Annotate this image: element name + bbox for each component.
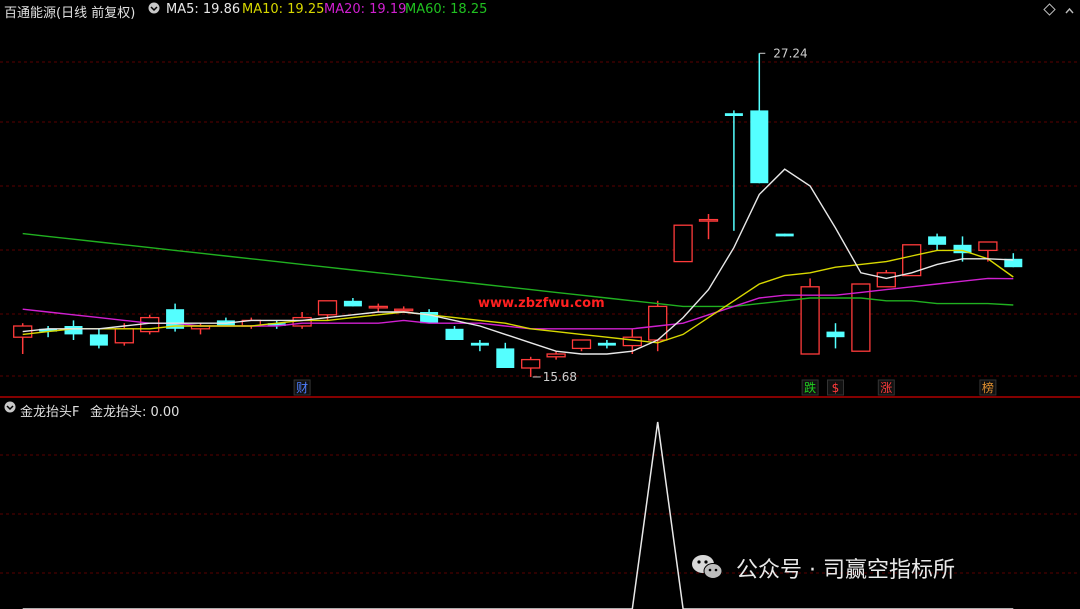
- candle-body: [571, 339, 592, 350]
- event-marker: 榜: [982, 380, 994, 395]
- candle-body: [496, 348, 515, 368]
- candle-body: [622, 336, 642, 347]
- candle-body: [673, 224, 693, 263]
- chevron-down-icon: [148, 2, 160, 14]
- candle-body: [826, 331, 845, 338]
- event-marker: 涨: [880, 380, 892, 395]
- low-price-label: 15.68: [543, 370, 577, 384]
- candle-body: [368, 305, 388, 309]
- ma20-label: MA20: 19.19: [324, 2, 407, 17]
- chevron-down-icon: [4, 401, 16, 413]
- candle-body: [114, 328, 134, 344]
- collapse-icon[interactable]: [1063, 3, 1076, 20]
- chart-annotations: 27.24 15.68 财 跌 $ 涨 榜: [293, 46, 997, 396]
- indicator-name: 金龙抬头F: [20, 405, 80, 420]
- candle-body: [800, 286, 820, 355]
- candles: [13, 53, 1023, 377]
- candle-body: [64, 326, 83, 335]
- ma5-label: MA5: 19.86: [166, 2, 241, 17]
- settings-toggle[interactable]: [148, 2, 160, 18]
- event-marker: $: [832, 381, 840, 395]
- candle-body: [292, 316, 312, 327]
- candle-body: [724, 113, 743, 116]
- candle-body: [470, 342, 489, 346]
- candle-body: [978, 241, 998, 252]
- candle-body: [750, 110, 769, 184]
- candle-body: [445, 328, 464, 340]
- wechat-icon: [690, 552, 724, 586]
- site-watermark: www.zbzfwu.com: [478, 296, 605, 311]
- candle-body: [89, 334, 108, 346]
- event-marker: 跌: [804, 380, 816, 395]
- candle-body: [876, 272, 896, 288]
- stock-chart-window: { "header": { "title": "百通能源(日线 前复权)", "…: [0, 0, 1080, 609]
- indicator-toggle[interactable]: [4, 401, 16, 417]
- candle-body: [343, 300, 362, 307]
- expand-icon[interactable]: [1043, 3, 1056, 20]
- ma10-label: MA10: 19.25: [242, 2, 325, 17]
- account-watermark: 公众号 · 司赢空指标所: [736, 558, 955, 583]
- candle-body: [775, 233, 794, 237]
- candle-body: [521, 358, 541, 369]
- stock-title: 百通能源(日线 前复权): [4, 6, 136, 21]
- event-marker: 财: [296, 381, 308, 395]
- candle-body: [317, 300, 338, 316]
- indicator-value: 金龙抬头: 0.00: [90, 405, 180, 420]
- candle-body: [928, 236, 947, 245]
- candle-body: [394, 308, 414, 312]
- candle-body: [597, 342, 616, 346]
- ma60-label: MA60: 18.25: [405, 2, 488, 17]
- candle-body: [698, 218, 719, 222]
- high-price-label: 27.24: [773, 46, 807, 60]
- candle-body: [546, 353, 566, 358]
- grid-lines: [0, 61, 1080, 574]
- candle-body: [851, 283, 871, 352]
